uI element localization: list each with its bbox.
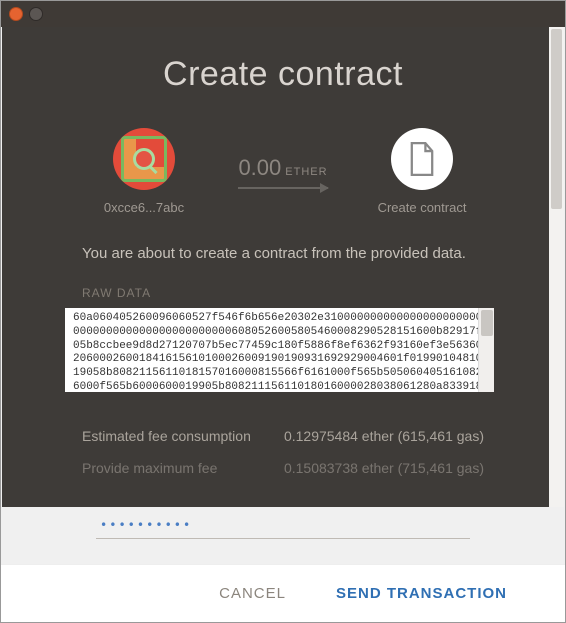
sender-avatar [113, 128, 175, 190]
amount-value: 0.00 ETHER [238, 155, 327, 181]
action-bar: CANCEL SEND TRANSACTION [1, 564, 565, 622]
close-icon[interactable] [9, 7, 23, 21]
raw-scroll-thumb[interactable] [481, 310, 493, 336]
sender-block: 0xcce6...7abc [74, 128, 214, 215]
contract-avatar [391, 128, 453, 190]
password-input[interactable] [96, 512, 470, 539]
app-window: Create contract 0xcce6...7abc 0.00 ETHER [0, 0, 566, 623]
fee-row-max: Provide maximum fee 0.15083738 ether (71… [82, 460, 484, 476]
transaction-parties: 0xcce6...7abc 0.00 ETHER Create contract [2, 128, 564, 215]
modal-body: Create contract 0xcce6...7abc 0.00 ETHER [2, 27, 564, 507]
fee-estimated-label: Estimated fee consumption [82, 428, 251, 444]
modal-scrollbar[interactable] [549, 27, 564, 507]
fee-row-estimated: Estimated fee consumption 0.12975484 eth… [82, 428, 484, 444]
raw-data-content: 60a060405260096060527f546f6b656e20302e31… [73, 312, 482, 392]
page-title: Create contract [2, 55, 564, 94]
raw-data-scrollbar[interactable] [478, 308, 494, 392]
amount-unit: ETHER [285, 166, 327, 178]
password-area [1, 501, 565, 549]
document-icon [408, 142, 436, 176]
fee-estimated-value: 0.12975484 ether (615,461 gas) [284, 428, 484, 444]
fee-max-value: 0.15083738 ether (715,461 gas) [284, 460, 484, 476]
recipient-label: Create contract [378, 200, 467, 215]
fee-section: Estimated fee consumption 0.12975484 eth… [82, 428, 484, 476]
transfer-amount: 0.00 ETHER [238, 155, 328, 189]
raw-data-box[interactable]: 60a060405260096060527f546f6b656e20302e31… [65, 308, 494, 392]
minimize-icon[interactable] [29, 7, 43, 21]
cancel-button[interactable]: CANCEL [219, 585, 286, 602]
titlebar [1, 1, 565, 27]
amount-number: 0.00 [238, 155, 281, 180]
arrow-right-icon [238, 187, 328, 189]
modal-scroll-thumb[interactable] [551, 29, 562, 209]
raw-data-label: RAW DATA [82, 286, 564, 300]
recipient-block: Create contract [352, 128, 492, 215]
description-text: You are about to create a contract from … [82, 245, 564, 262]
search-icon [133, 148, 155, 170]
sender-address: 0xcce6...7abc [104, 200, 184, 215]
fee-max-label: Provide maximum fee [82, 460, 217, 476]
send-transaction-button[interactable]: SEND TRANSACTION [336, 585, 507, 602]
